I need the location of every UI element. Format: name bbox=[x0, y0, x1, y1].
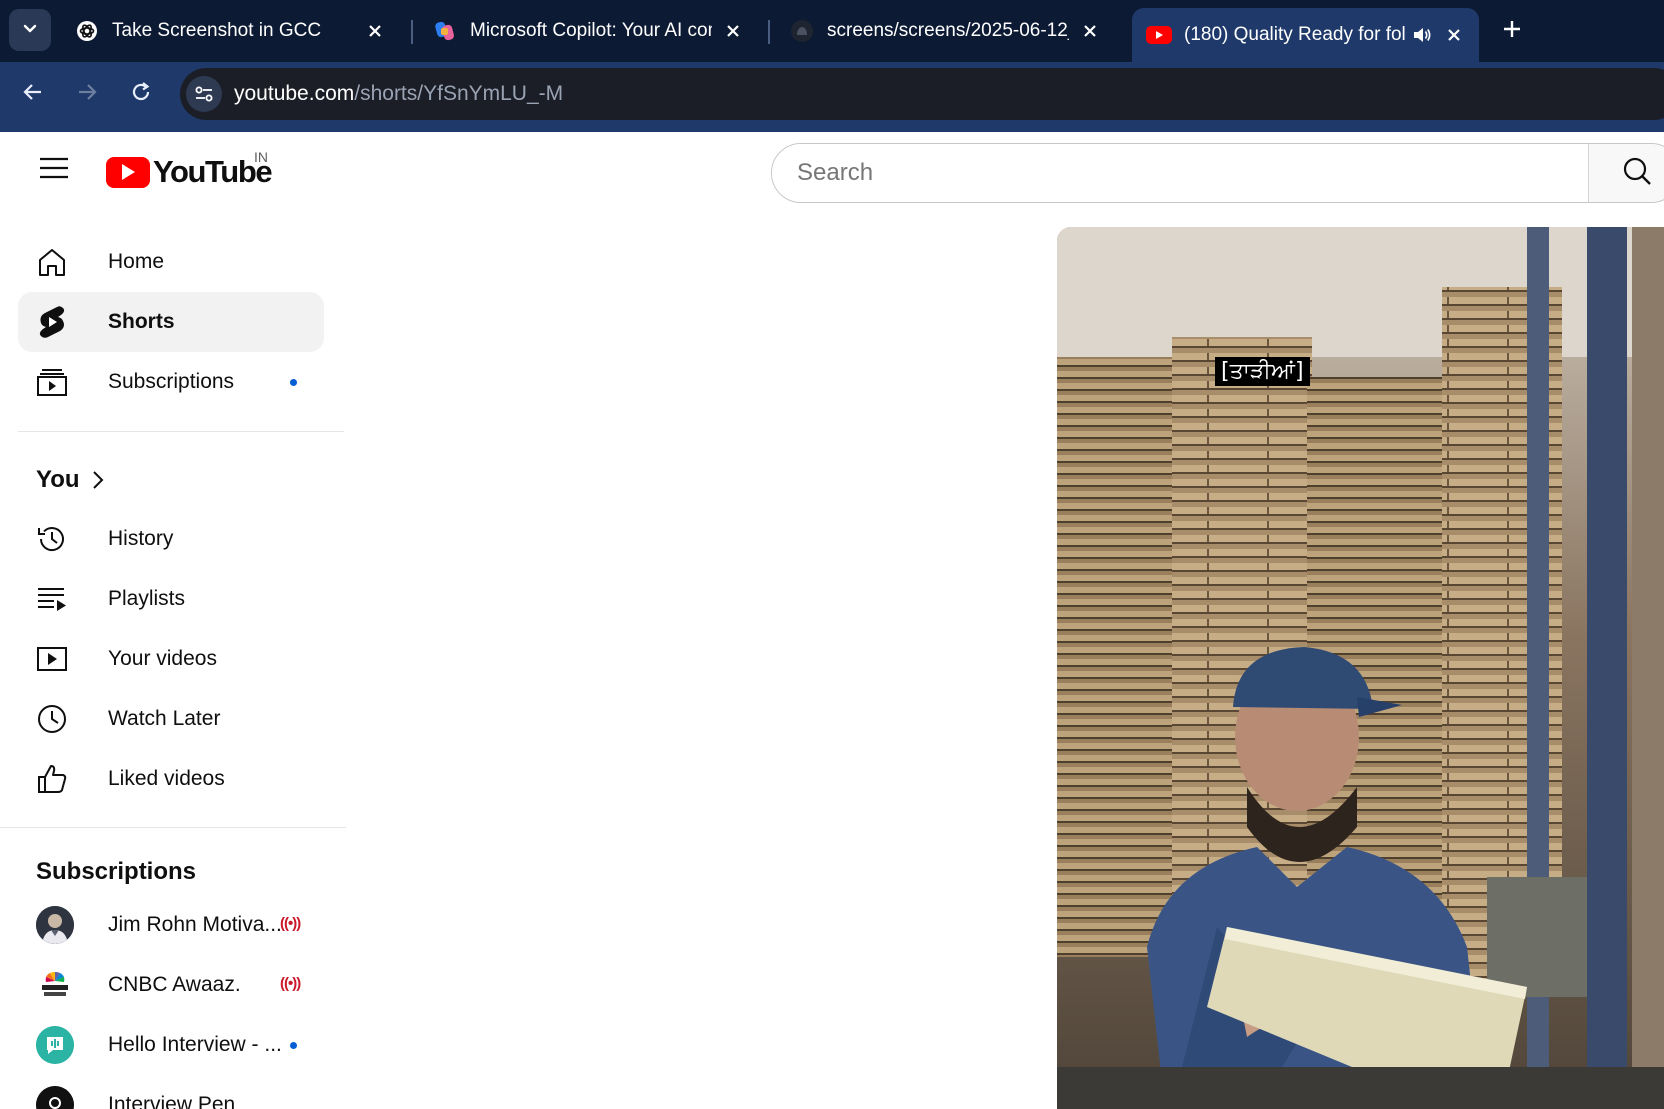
youtube-icon bbox=[1146, 22, 1172, 48]
country-code: IN bbox=[254, 149, 268, 165]
chevron-right-icon bbox=[92, 470, 104, 490]
forward-button[interactable] bbox=[68, 75, 106, 113]
history-icon bbox=[35, 522, 69, 556]
search-button[interactable] bbox=[1588, 144, 1664, 202]
sidebar-item-home[interactable]: Home bbox=[18, 232, 324, 292]
arrow-right-icon bbox=[76, 81, 98, 108]
new-content-dot bbox=[290, 1042, 297, 1049]
channel-avatar bbox=[36, 1086, 74, 1109]
channel-name: Jim Rohn Motiva... bbox=[108, 913, 282, 936]
subscriptions-icon bbox=[35, 365, 69, 399]
playlists-icon bbox=[35, 582, 69, 616]
sidebar-item-subscriptions[interactable]: Subscriptions bbox=[18, 352, 324, 412]
new-tab-button[interactable] bbox=[1494, 13, 1530, 49]
back-button[interactable] bbox=[14, 75, 52, 113]
tab-title: Microsoft Copilot: Your AI comp bbox=[470, 20, 712, 41]
reload-icon bbox=[130, 81, 152, 108]
sidebar-item-label: Watch Later bbox=[108, 707, 221, 730]
chevron-down-icon bbox=[21, 19, 39, 42]
sidebar-item-label: Playlists bbox=[108, 587, 186, 610]
sidebar-item-label: Your videos bbox=[108, 647, 217, 670]
browser-tab[interactable]: Take Screenshot in GCC bbox=[60, 8, 400, 54]
url-text: youtube.com/shorts/YfSnYmLU_-M bbox=[234, 82, 563, 106]
subscription-channel-item[interactable]: Interview Pen bbox=[18, 1075, 324, 1109]
page-top-border bbox=[0, 124, 1664, 132]
section-you-header[interactable]: You bbox=[36, 466, 104, 494]
sidebar-item-shorts[interactable]: Shorts bbox=[18, 292, 324, 352]
channel-avatar bbox=[36, 966, 74, 1004]
browser-toolbar: youtube.com/shorts/YfSnYmLU_-M bbox=[0, 62, 1664, 124]
shorts-icon bbox=[35, 305, 69, 339]
github-icon bbox=[789, 18, 815, 44]
sidebar-item-playlists[interactable]: Playlists bbox=[18, 569, 324, 629]
sidebar-item-watch-later[interactable]: Watch Later bbox=[18, 689, 324, 749]
your-videos-icon bbox=[35, 642, 69, 676]
close-icon[interactable] bbox=[1443, 24, 1465, 46]
close-icon[interactable] bbox=[722, 20, 744, 42]
speaker-icon[interactable] bbox=[1411, 24, 1433, 46]
channel-name: Hello Interview - ... bbox=[108, 1033, 282, 1056]
sidebar-item-label: Subscriptions bbox=[108, 370, 235, 393]
subscription-channel-item[interactable]: Hello Interview - ... bbox=[18, 1015, 324, 1075]
search-icon bbox=[1622, 156, 1652, 191]
watch-later-icon bbox=[35, 702, 69, 736]
url-path: /shorts/YfSnYmLU_-M bbox=[354, 82, 564, 105]
sidebar-item-your-videos[interactable]: Your videos bbox=[18, 629, 324, 689]
sidebar-item-history[interactable]: History bbox=[18, 509, 324, 569]
tab-title: Take Screenshot in GCC bbox=[112, 20, 322, 41]
sidebar-divider bbox=[18, 431, 344, 432]
channel-avatar bbox=[36, 1026, 74, 1064]
sidebar-item-label: Liked videos bbox=[108, 767, 225, 790]
close-icon[interactable] bbox=[1079, 20, 1101, 42]
search-box bbox=[771, 143, 1664, 203]
reload-button[interactable] bbox=[122, 75, 160, 113]
video-caption: [ਤਾੜੀਆਂ] bbox=[1215, 357, 1310, 386]
section-subscriptions-title: Subscriptions bbox=[36, 858, 197, 885]
live-indicator-icon: ((•)) bbox=[280, 915, 301, 932]
liked-videos-icon bbox=[35, 762, 69, 796]
search-input[interactable] bbox=[772, 144, 1588, 202]
tab-title: screens/screens/2025-06-12_09 bbox=[827, 20, 1069, 41]
home-icon bbox=[35, 245, 69, 279]
address-bar[interactable]: youtube.com/shorts/YfSnYmLU_-M bbox=[180, 68, 1664, 120]
tab-separator bbox=[768, 20, 770, 44]
site-settings-icon[interactable] bbox=[186, 76, 222, 112]
browser-tab-active[interactable]: (180) Quality Ready for follo bbox=[1132, 8, 1479, 62]
tab-search-button[interactable] bbox=[9, 9, 51, 51]
sidebar-item-label: Home bbox=[108, 250, 165, 273]
browser-tab[interactable]: screens/screens/2025-06-12_09 bbox=[775, 8, 1115, 54]
sidebar-item-label: History bbox=[108, 527, 174, 550]
new-content-dot bbox=[290, 379, 297, 386]
plus-icon bbox=[1502, 19, 1522, 44]
youtube-logo[interactable]: YouTube IN bbox=[106, 149, 273, 192]
video-frame bbox=[1057, 227, 1664, 1109]
section-you-title: You bbox=[36, 466, 80, 493]
arrow-left-icon bbox=[22, 81, 44, 108]
shorts-video-player[interactable]: [ਤਾੜੀਆਂ] bbox=[1057, 227, 1664, 1109]
youtube-play-icon bbox=[106, 156, 150, 188]
subscription-channel-item[interactable]: CNBC Awaaz. ((•)) bbox=[18, 955, 324, 1015]
browser-tab[interactable]: Microsoft Copilot: Your AI comp bbox=[418, 8, 758, 54]
openai-icon bbox=[74, 18, 100, 44]
subscription-channel-item[interactable]: Jim Rohn Motiva... ((•)) bbox=[18, 895, 324, 955]
guide-menu-button[interactable] bbox=[32, 148, 76, 192]
url-domain: youtube.com bbox=[234, 82, 355, 105]
sidebar-item-label: Shorts bbox=[108, 310, 175, 333]
close-icon[interactable] bbox=[364, 20, 386, 42]
copilot-icon bbox=[432, 18, 458, 44]
channel-avatar bbox=[36, 906, 74, 944]
sidebar: Home Shorts Subscriptions You History Pl… bbox=[0, 230, 346, 1109]
tab-separator bbox=[411, 20, 413, 44]
tab-title: (180) Quality Ready for follo bbox=[1184, 24, 1407, 45]
sidebar-divider bbox=[0, 827, 346, 828]
browser-tab-strip: Take Screenshot in GCC Microsoft Copilot… bbox=[0, 0, 1664, 62]
hamburger-icon bbox=[39, 156, 69, 185]
channel-name: Interview Pen bbox=[108, 1093, 236, 1109]
live-indicator-icon: ((•)) bbox=[280, 975, 301, 992]
channel-name: CNBC Awaaz. bbox=[108, 973, 241, 996]
sidebar-item-liked-videos[interactable]: Liked videos bbox=[18, 749, 324, 809]
